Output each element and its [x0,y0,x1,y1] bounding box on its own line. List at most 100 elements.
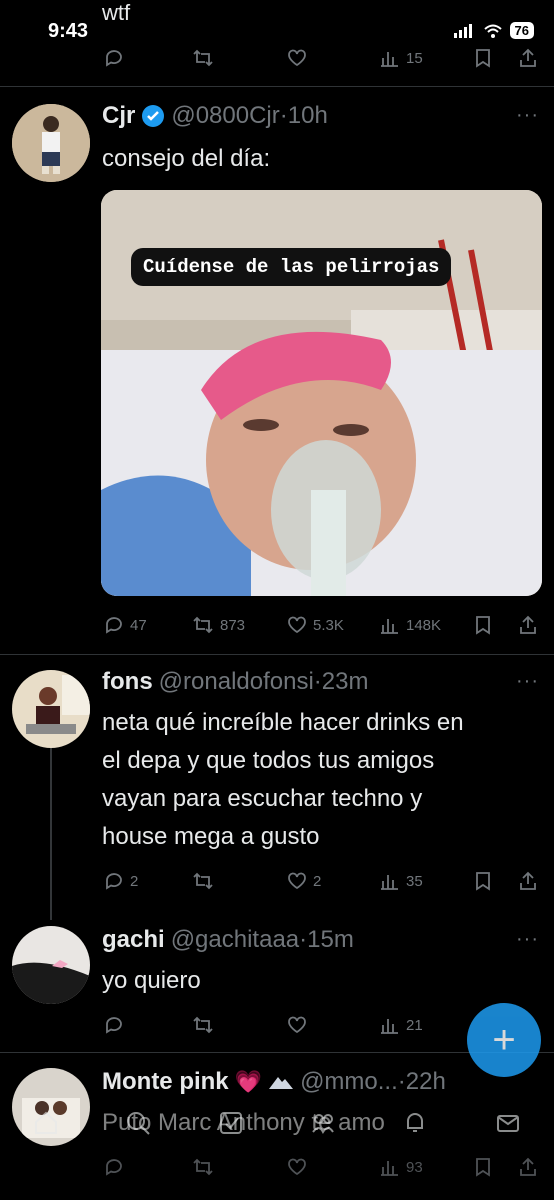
search-icon[interactable] [125,1110,151,1136]
bookmark-button[interactable] [474,1157,492,1177]
share-button[interactable] [518,615,538,635]
status-time: 9:43 [48,20,89,42]
bottom-nav [0,1100,554,1146]
tweet1-handle[interactable]: @0800Cjr [171,102,279,130]
heart-icon [288,616,306,634]
avatar[interactable] [12,926,90,1004]
retweet-button[interactable] [192,1157,214,1177]
heart-icon [288,49,306,67]
tweet2-actions: 2 2 35 [0,869,554,893]
reply-button[interactable]: 2 [104,871,138,891]
share-icon [520,871,536,890]
divider [0,654,554,655]
share-icon [520,1157,536,1176]
divider [0,86,554,87]
like-button[interactable]: 2 [287,871,321,891]
wifi-icon [483,24,502,38]
tweet2-text-line: neta qué increíble hacer drinks en [102,709,464,736]
like-button[interactable] [287,48,307,68]
share-icon [520,48,536,67]
more-options-icon[interactable]: ··· [516,928,539,951]
share-button[interactable] [518,871,538,891]
views-icon [381,1019,398,1034]
tweet2-text-line: vayan para escuchar techno y [102,785,423,812]
reply-button[interactable] [104,1015,124,1035]
like-button[interactable] [287,1015,307,1035]
retweet-icon [193,1016,213,1034]
like-button[interactable]: 5.3K [287,615,344,635]
views-button[interactable]: 21 [380,1015,423,1035]
tweet1-header: Cjr @0800Cjr ·10h [102,102,328,130]
views-button[interactable]: 35 [380,871,423,891]
tweet-media-image[interactable]: Cuídense de las pelirrojas [101,190,542,596]
image-caption: Cuídense de las pelirrojas [131,248,452,286]
avatar[interactable] [12,104,90,182]
reply-button[interactable] [104,48,124,68]
bookmark-button[interactable] [474,871,492,891]
reply-count: 47 [130,616,147,634]
tweet3-time: ·15m [299,926,354,953]
tweet3-name[interactable]: gachi [102,926,165,954]
bookmark-icon [476,616,490,635]
share-button[interactable] [518,1157,538,1177]
retweet-icon [193,49,213,67]
views-count: 21 [406,1016,423,1034]
heart-icon [288,872,306,890]
tweet2-name[interactable]: fons [102,668,153,696]
tweet4-name[interactable]: Monte pink [102,1068,229,1096]
more-options-icon[interactable]: ··· [516,670,539,693]
views-count: 93 [406,1158,423,1176]
tweet1-time: ·10h [279,102,328,129]
retweet-button[interactable] [192,871,214,891]
views-icon [381,1161,398,1176]
reply-count: 2 [130,872,139,890]
views-icon [381,619,398,634]
reply-icon [106,1017,122,1034]
status-icons: 76 [453,22,534,39]
notifications-icon[interactable] [402,1110,428,1136]
tweet4-handle[interactable]: @mmo... [300,1068,398,1096]
bookmark-button[interactable] [474,615,492,635]
tweet3-handle[interactable]: @gachitaaa [171,926,299,954]
views-count: 148K [406,616,442,634]
like-count: 5.3K [313,616,344,634]
tweet1-actions: 47 873 5.3K 148K [0,613,554,637]
tweet2-text: neta qué increíble hacer drinks en el de… [102,704,464,856]
views-button[interactable]: 93 [380,1157,423,1177]
tweet2-handle[interactable]: @ronaldofonsi [159,668,314,696]
reply-button[interactable] [104,1157,124,1177]
tweet0-actions: 15 [0,46,554,70]
share-button[interactable] [518,48,538,68]
retweet-icon [193,872,213,890]
views-button[interactable]: 15 [380,48,423,68]
bookmark-icon [476,49,490,68]
retweet-icon [193,616,213,634]
compose-icon[interactable] [218,1110,244,1136]
reply-icon [106,50,122,67]
retweet-button[interactable]: 873 [192,615,245,635]
messages-icon[interactable] [495,1110,521,1136]
verified-badge-icon [142,105,165,127]
communities-icon[interactable] [310,1110,336,1136]
retweet-button[interactable] [192,1015,214,1035]
mountain-icon [269,1077,294,1089]
reply-icon [106,617,122,634]
views-button[interactable]: 148K [380,615,441,635]
bookmark-icon [476,872,490,891]
reply-button[interactable]: 47 [104,615,147,635]
tweet1-name[interactable]: Cjr [102,102,135,130]
tweet2-header: fons @ronaldofonsi ·23m [102,668,368,696]
views-icon [381,52,398,67]
bookmark-button[interactable] [474,48,492,68]
retweet-button[interactable] [192,48,214,68]
home-icon[interactable] [33,1110,59,1136]
tweet1-text: consejo del día: [102,145,271,172]
compose-tweet-button[interactable]: + [467,1003,541,1077]
heart-icon [288,1016,306,1034]
like-button[interactable] [287,1157,307,1177]
battery-indicator: 76 [509,22,534,39]
more-options-icon[interactable]: ··· [516,104,539,127]
tweet2-text-line: house mega a gusto [102,823,320,850]
avatar[interactable] [12,670,90,748]
reply-icon [106,873,122,890]
